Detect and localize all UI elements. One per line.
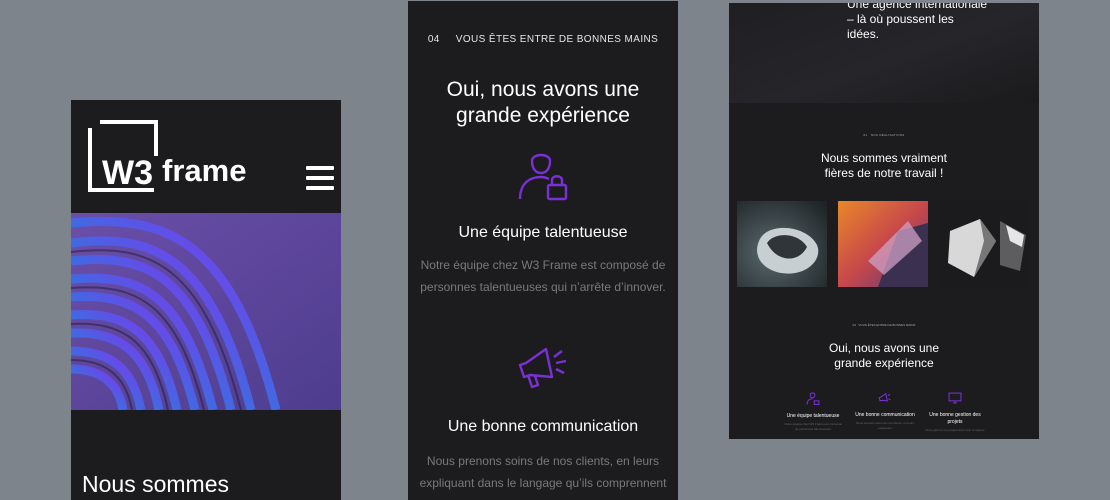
section-label: VOUS ÊTES ENTRE DE BONNES MAINS [858,323,916,327]
feature-title: Une bonne communication [855,412,915,418]
section-heading: Oui, nous avons une grande expérience [446,78,640,127]
hero-title: Nous sommes [82,471,229,497]
feature-desc: Notre équipe chez W3 Frame est composé d… [784,422,842,431]
section-heading: Nous sommes vraiment fières de notre tra… [820,151,948,180]
feature-title-team: Une équipe talentueuse [458,224,628,241]
feature-card: Une équipe talentueuse Notre équipe chez… [783,391,843,432]
megaphone-icon [878,392,891,402]
section-eyebrow: 04 VOUS ÊTES ENTRE DE BONNES MAINS [408,34,678,45]
hamburger-menu-icon[interactable] [306,166,334,192]
intro-text: Une agence internationale – là où pousse… [847,3,988,41]
monitor-icon [948,392,962,404]
mobile-preview-home: W3 frame Nous sommes [71,100,341,500]
feature-title: Une équipe talentueuse [786,413,840,419]
section-heading: Oui, nous avons une grande expérience [828,341,940,370]
section-label: VOUS ÊTES ENTRE DE BONNES MAINS [455,34,659,45]
feature-desc-communication: Nous prenons soins de nos clients, en le… [419,454,667,500]
section-eyebrow: 04 VOUS ÊTES ENTRE DE BONNES MAINS [729,323,1039,327]
logo-lettering: W3 [102,154,153,192]
user-lock-icon [516,147,570,206]
feature-desc: Nous prenons soins de nos clients, en le… [855,421,915,430]
feature-card: Une bonne gestion des projets Nous géron… [925,391,985,433]
section-eyebrow: 01 NOS RÉALISATIONS [729,133,1039,137]
user-lock-icon [806,392,820,405]
feature-title: Une bonne gestion des projets [929,412,981,425]
portfolio-image[interactable] [737,201,827,287]
section-number: 04 [852,323,856,327]
w3frame-logo[interactable]: W3 frame [88,120,258,192]
section-number: 04 [427,34,440,45]
megaphone-icon [516,343,570,394]
mobile-preview-experience: 04 VOUS ÊTES ENTRE DE BONNES MAINS Oui, n… [408,1,678,500]
feature-card: Une bonne communication Nous prenons soi… [855,391,915,431]
feature-desc-team: Notre équipe chez W3 Frame est composé d… [420,258,666,294]
feature-desc: Nous gérons vos projets avec soin et rig… [925,428,985,432]
hero-image [71,213,341,412]
feature-title-communication: Une bonne communication [447,418,639,435]
portfolio-image[interactable] [838,201,928,287]
portfolio-image[interactable] [940,201,1030,287]
section-label: NOS RÉALISATIONS [870,133,905,137]
section-number: 01 [863,133,868,137]
svg-text:frame: frame [162,153,246,188]
desktop-preview: Une agence internationale – là où pousse… [729,3,1039,439]
